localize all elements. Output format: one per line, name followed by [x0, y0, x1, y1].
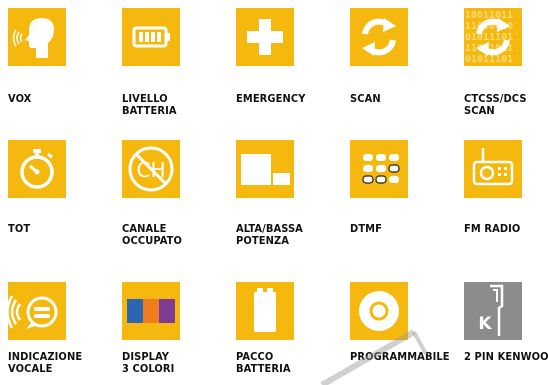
speaking-head-icon: [12, 18, 54, 58]
stopwatch-icon: [20, 149, 54, 189]
kenwood-2-pin-tile: K: [464, 282, 522, 340]
battery-pack-tile: [236, 282, 294, 340]
binary-line-5: 01011101: [465, 54, 513, 65]
voice-indication-tile: [8, 282, 66, 340]
feature-label-power-level: ALTA/BASSA POTENZA: [236, 222, 303, 247]
feature-label-ctcss-dcs-scan: CTCSS/DCS SCAN: [464, 92, 527, 117]
feature-label-voice-indication: INDICAZIONE VOCALE: [8, 350, 83, 375]
power-squares-icon: [241, 154, 290, 185]
vox-tile: [8, 8, 66, 66]
dtmf-tile: [350, 140, 408, 198]
feature-label-busy-channel: CANALE OCCUPATO: [122, 222, 182, 247]
feature-label-tot: TOT: [8, 222, 31, 235]
feature-label-battery-level: LIVELLO BATTERIA: [122, 92, 177, 117]
battery-pack-icon: [254, 288, 276, 332]
binary-refresh-icon: 10011011 11010010 01011101 11001011 0101…: [465, 10, 513, 65]
three-color-display-tile: [122, 282, 180, 340]
battery-level-tile: [122, 8, 180, 66]
tot-tile: [8, 140, 66, 198]
feature-label-kenwood-2-pin: 2 PIN KENWOOD: [464, 350, 548, 363]
feature-label-battery-pack: PACCO BATTERIA: [236, 350, 291, 375]
power-level-tile: [236, 140, 294, 198]
keypad-icon: [362, 154, 400, 184]
speech-bubble-icon: [8, 295, 58, 329]
refresh-arrows-icon: [362, 18, 396, 56]
feature-label-fm-radio: FM RADIO: [464, 222, 521, 235]
no-channel-icon: CH: [128, 146, 174, 192]
two-pin-connector-icon: K: [478, 284, 504, 336]
plus-icon: [247, 19, 283, 55]
radio-icon: [472, 148, 514, 186]
fm-radio-tile: [464, 140, 522, 198]
cd-icon: [359, 291, 399, 331]
kenwood-letter: K: [478, 314, 492, 334]
feature-label-scan: SCAN: [350, 92, 381, 105]
ctcss-dcs-scan-tile: 10011011 11010010 01011101 11001011 0101…: [464, 8, 522, 66]
busy-channel-tile: CH: [122, 140, 180, 198]
emergency-tile: [236, 8, 294, 66]
color-bars-icon: [127, 299, 175, 323]
feature-label-emergency: EMERGENCY: [236, 92, 306, 105]
feature-label-three-color-display: DISPLAY 3 COLORI: [122, 350, 175, 375]
feature-label-dtmf: DTMF: [350, 222, 382, 235]
programmable-tile: [350, 282, 408, 340]
battery-level-icon: [132, 26, 170, 48]
feature-label-vox: VOX: [8, 92, 32, 105]
scan-tile: [350, 8, 408, 66]
feature-label-programmable: PROGRAMMABILE: [350, 350, 450, 363]
